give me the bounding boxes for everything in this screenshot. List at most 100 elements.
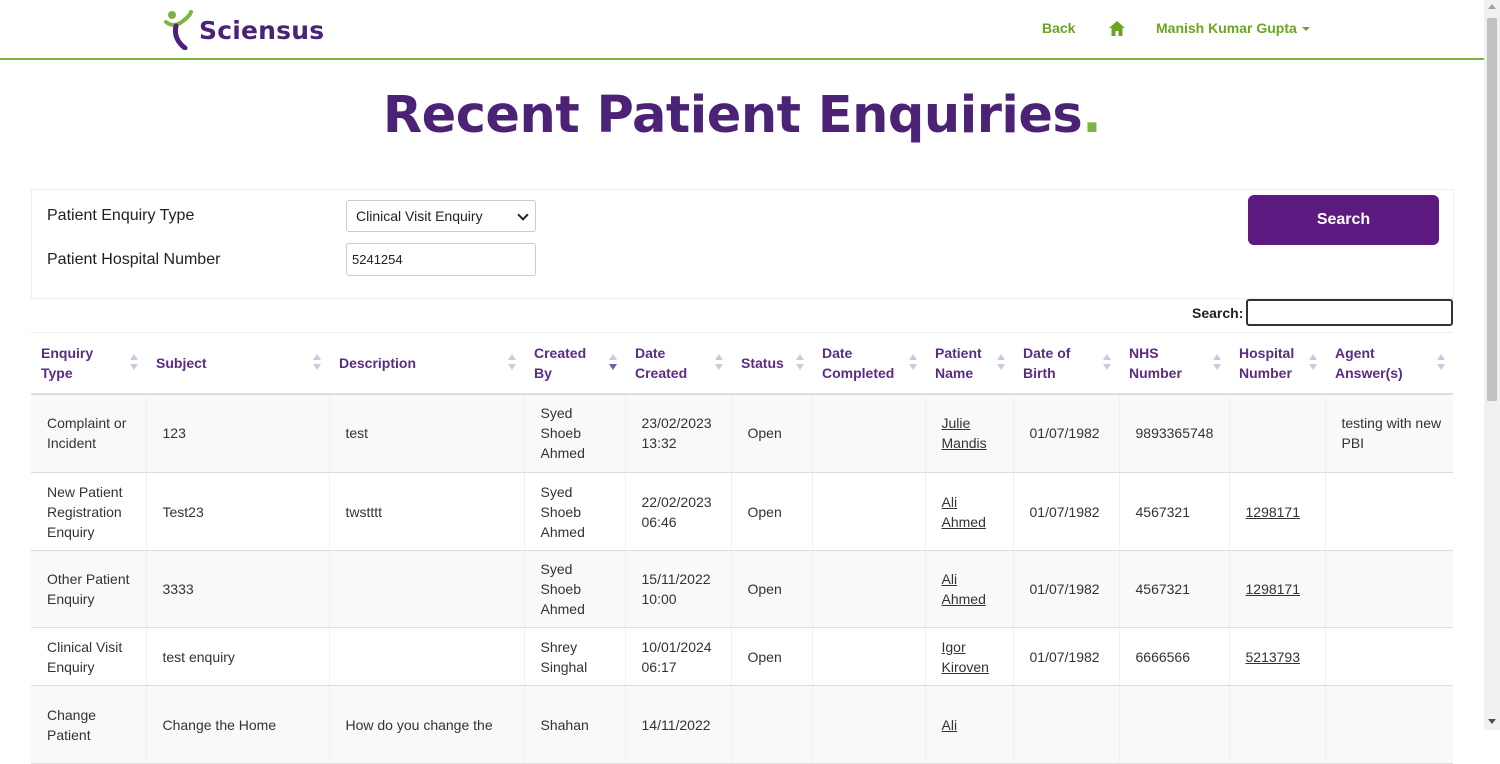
cell-status: Open [730, 393, 812, 473]
cell-agent-answers: testing with new PBI [1324, 393, 1453, 473]
scrollbar-thumb[interactable] [1487, 18, 1497, 401]
column-header-description[interactable]: Description [329, 332, 524, 395]
column-header-label: Date of Birth [1023, 344, 1071, 381]
column-header-label: Patient Name [935, 344, 982, 381]
cell-subject: 123 [145, 393, 329, 473]
cell-date-created: 23/02/2023 13:32 [624, 393, 731, 473]
cell-subject: 3333 [145, 550, 329, 628]
column-header-agent-answers[interactable]: Agent Answer(s) [1325, 332, 1453, 395]
filter-panel: Patient Enquiry Type Clinical Visit Enqu… [31, 189, 1454, 299]
cell-subject: test enquiry [145, 627, 329, 686]
cell-created-by: Syed Shoeb Ahmed [523, 393, 625, 473]
sort-icon [1213, 354, 1221, 372]
cell-date-of-birth: 01/07/1982 [1012, 472, 1119, 551]
cell-date-of-birth: 01/07/1982 [1012, 393, 1119, 473]
sort-icon [715, 354, 723, 372]
cell-description: How do you change the [328, 685, 524, 764]
cell-patient-name: Ali [924, 685, 1013, 764]
cell-created-by: Shahan [523, 685, 625, 764]
column-header-date-created[interactable]: Date Created [625, 332, 731, 395]
hospital-number-link[interactable]: 1298171 [1246, 504, 1301, 520]
cell-hospital-number: 5213793 [1228, 627, 1325, 686]
patient-name-link[interactable]: Julie Mandis [942, 415, 987, 451]
cell-enquiry-type: Other Patient Enquiry [31, 550, 146, 628]
cell-status: Open [730, 472, 812, 551]
cell-patient-name: Ali Ahmed [924, 472, 1013, 551]
cell-date-completed [811, 393, 925, 473]
cell-agent-answers [1324, 472, 1453, 551]
home-icon[interactable] [1109, 21, 1125, 39]
cell-status [730, 685, 812, 764]
title-dot: . [1082, 86, 1102, 145]
table-row[interactable]: Complaint or Incident 123 test Syed Shoe… [31, 393, 1453, 473]
patient-name-link[interactable]: Igor Kiroven [942, 639, 989, 675]
page-scrollbar[interactable] [1484, 0, 1500, 730]
column-header-label: Hospital Number [1239, 344, 1295, 381]
cell-nhs-number: 9893365748 [1118, 393, 1229, 473]
top-nav-bar: Sciensus Back Manish Kumar Gupta [0, 0, 1484, 60]
hospital-number-label: Patient Hospital Number [47, 251, 221, 268]
cell-created-by: Syed Shoeb Ahmed [523, 550, 625, 628]
table-search-input[interactable] [1246, 299, 1453, 326]
column-header-hospital-number[interactable]: Hospital Number [1229, 332, 1325, 395]
hospital-number-value: 5241254 [352, 252, 403, 267]
cell-hospital-number [1228, 393, 1325, 473]
scroll-down-icon[interactable] [1488, 719, 1496, 724]
column-header-label: Date Completed [822, 344, 895, 381]
enquiry-type-value: Clinical Visit Enquiry [356, 208, 483, 224]
cell-date-completed [811, 627, 925, 686]
search-button[interactable]: Search [1248, 195, 1439, 245]
back-link[interactable]: Back [1042, 20, 1075, 36]
cell-enquiry-type: Complaint or Incident [31, 393, 146, 473]
page-title: Recent Patient Enquiries. [0, 86, 1484, 145]
hospital-number-input[interactable]: 5241254 [346, 243, 536, 276]
column-header-patient-name[interactable]: Patient Name [925, 332, 1013, 395]
cell-hospital-number: 1298171 [1228, 550, 1325, 628]
cell-created-by: Syed Shoeb Ahmed [523, 472, 625, 551]
column-header-label: Enquiry Type [41, 344, 94, 381]
cell-hospital-number [1228, 685, 1325, 764]
cell-patient-name: Ali Ahmed [924, 550, 1013, 628]
table-row[interactable]: Change Patient Change the Home How do yo… [31, 685, 1453, 764]
patient-name-link[interactable]: Ali Ahmed [942, 571, 986, 607]
table-row[interactable]: New Patient Registration Enquiry Test23 … [31, 472, 1453, 551]
column-header-status[interactable]: Status [731, 332, 812, 395]
hospital-number-link[interactable]: 1298171 [1246, 581, 1301, 597]
enquiry-type-label: Patient Enquiry Type [47, 207, 195, 224]
column-header-date-completed[interactable]: Date Completed [812, 332, 925, 395]
cell-enquiry-type: New Patient Registration Enquiry [31, 472, 146, 551]
column-header-enquiry-type[interactable]: Enquiry Type [31, 332, 146, 395]
cell-date-created: 14/11/2022 [624, 685, 731, 764]
patient-name-link[interactable]: Ali Ahmed [942, 494, 986, 530]
page-title-text: Recent Patient Enquiries [382, 86, 1083, 145]
cell-date-completed [811, 472, 925, 551]
sort-icon [1103, 354, 1111, 372]
column-header-subject[interactable]: Subject [146, 332, 329, 395]
cell-date-of-birth: 01/07/1982 [1012, 550, 1119, 628]
column-header-nhs-number[interactable]: NHS Number [1119, 332, 1229, 395]
enquiries-table: Enquiry Type Subject Description Created… [31, 332, 1453, 764]
cell-description: twstttt [328, 472, 524, 551]
cell-enquiry-type: Clinical Visit Enquiry [31, 627, 146, 686]
hospital-number-link[interactable]: 5213793 [1246, 649, 1301, 665]
cell-status: Open [730, 627, 812, 686]
column-header-date-of-birth[interactable]: Date of Birth [1013, 332, 1119, 395]
table-row[interactable]: Clinical Visit Enquiry test enquiry Shre… [31, 627, 1453, 686]
table-row[interactable]: Other Patient Enquiry 3333 Syed Shoeb Ah… [31, 550, 1453, 628]
cell-nhs-number: 4567321 [1118, 550, 1229, 628]
chevron-down-icon [517, 209, 529, 221]
column-header-created-by[interactable]: Created By [524, 332, 625, 395]
sort-icon [508, 354, 516, 372]
user-name: Manish Kumar Gupta [1156, 20, 1297, 36]
column-header-label: Date Created [635, 344, 688, 381]
user-menu[interactable]: Manish Kumar Gupta [1156, 20, 1310, 36]
sciensus-logo[interactable]: Sciensus [163, 8, 324, 52]
enquiry-type-select[interactable]: Clinical Visit Enquiry [346, 200, 536, 232]
cell-nhs-number: 6666566 [1118, 627, 1229, 686]
scroll-up-icon[interactable] [1488, 4, 1496, 9]
sciensus-logo-icon [164, 10, 193, 50]
column-header-label: NHS Number [1129, 344, 1182, 381]
patient-name-link[interactable]: Ali [942, 717, 958, 733]
cell-date-created: 22/02/2023 06:46 [624, 472, 731, 551]
cell-date-created: 15/11/2022 10:00 [624, 550, 731, 628]
